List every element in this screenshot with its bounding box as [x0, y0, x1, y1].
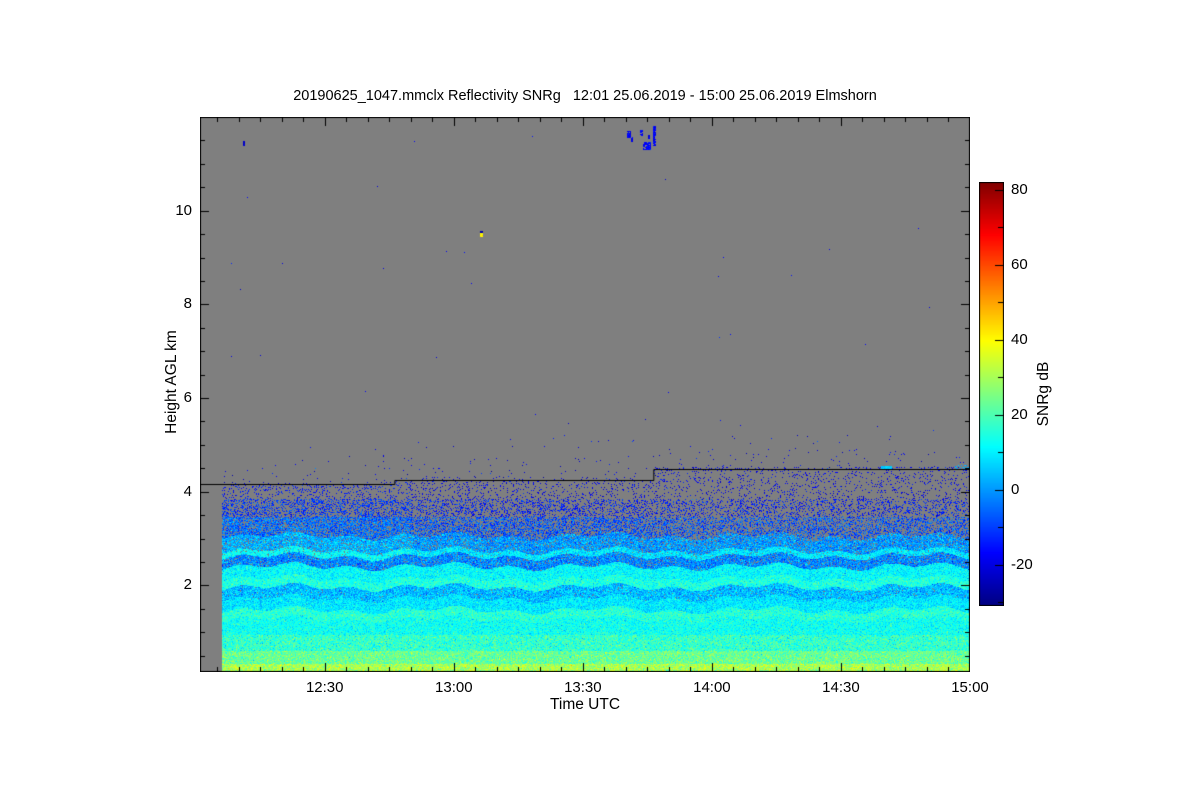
y-tick-label: 4: [183, 482, 192, 500]
heatmap-plot-area: [200, 117, 970, 672]
colorbar: [979, 182, 1004, 606]
colorbar-tick-label: 60: [1011, 255, 1028, 273]
x-tick-label: 13:00: [435, 679, 473, 696]
colorbar-tick-label: 80: [1011, 180, 1028, 198]
y-tick-label: 2: [183, 576, 192, 594]
y-tick-label: 8: [183, 295, 192, 313]
y-tick-label: 10: [175, 201, 192, 219]
colorbar-tick-label: 20: [1011, 405, 1028, 423]
radar-reflectivity-figure: 20190625_1047.mmclx Reflectivity SNRg 12…: [0, 0, 1200, 800]
y-tick-label: 6: [183, 389, 192, 406]
x-tick-label: 13:30: [564, 679, 602, 696]
x-tick-label: 12:30: [305, 679, 344, 696]
x-tick-label: 15:00: [951, 679, 989, 696]
colorbar-tick-label: 0: [1011, 480, 1020, 498]
x-tick-label: 14:00: [693, 679, 731, 696]
chart-title: 20190625_1047.mmclx Reflectivity SNRg 12…: [293, 88, 877, 104]
colorbar-tick-label: 40: [1011, 330, 1028, 348]
x-tick-label: 14:30: [822, 679, 860, 696]
x-axis-label: Time UTC: [549, 696, 621, 713]
colorbar-tick-label: -20: [1011, 555, 1033, 573]
y-axis-label: Height AGL km: [163, 330, 180, 434]
